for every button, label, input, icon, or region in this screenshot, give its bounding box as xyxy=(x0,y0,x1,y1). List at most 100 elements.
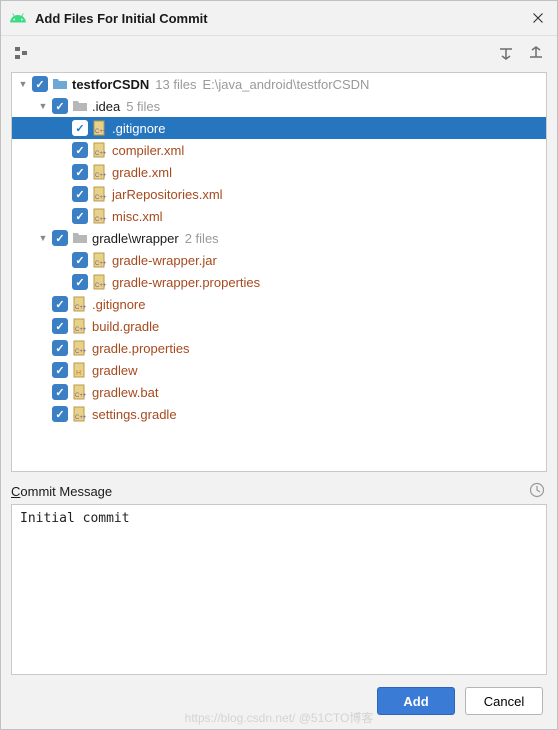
file-icon: C++ xyxy=(72,318,88,334)
checkbox[interactable] xyxy=(52,296,68,312)
tree-file-row[interactable]: C++ gradlew.bat xyxy=(12,381,546,403)
svg-text:C++: C++ xyxy=(95,217,107,223)
toolbar xyxy=(1,36,557,70)
file-icon: C++ xyxy=(92,164,108,180)
folder-icon xyxy=(72,98,88,114)
file-name: gradle-wrapper.jar xyxy=(112,253,217,268)
tree-folder-row[interactable]: .idea 5 files xyxy=(12,95,546,117)
add-button[interactable]: Add xyxy=(377,687,455,715)
file-name: gradlew xyxy=(92,363,138,378)
file-icon: C++ xyxy=(72,340,88,356)
changelist-icon[interactable] xyxy=(11,42,33,64)
file-name: settings.gradle xyxy=(92,407,177,422)
checkbox[interactable] xyxy=(52,98,68,114)
file-icon: C++ xyxy=(92,252,108,268)
checkbox[interactable] xyxy=(32,76,48,92)
tree-file-row[interactable]: C++ gradle-wrapper.jar xyxy=(12,249,546,271)
expand-all-icon[interactable] xyxy=(495,42,517,64)
file-icon: C++ xyxy=(92,186,108,202)
svg-text:C++: C++ xyxy=(95,261,107,267)
svg-text:H: H xyxy=(76,370,81,377)
checkbox[interactable] xyxy=(72,164,88,180)
checkbox[interactable] xyxy=(52,340,68,356)
folder-icon xyxy=(72,230,88,246)
tree-root-row[interactable]: testforCSDN 13 files E:\java_android\tes… xyxy=(12,73,546,95)
root-count: 13 files xyxy=(155,77,196,92)
svg-text:C++: C++ xyxy=(75,349,87,355)
checkbox[interactable] xyxy=(52,318,68,334)
file-icon: C++ xyxy=(92,142,108,158)
dialog-window: Add Files For Initial Commit xyxy=(0,0,558,730)
svg-text:C++: C++ xyxy=(95,173,107,179)
file-icon: C++ xyxy=(72,406,88,422)
collapse-all-icon[interactable] xyxy=(525,42,547,64)
tree-folder-row[interactable]: gradle\wrapper 2 files xyxy=(12,227,546,249)
svg-text:C++: C++ xyxy=(95,151,107,157)
file-name: gradle.xml xyxy=(112,165,172,180)
tree-file-row[interactable]: C++ gradle.xml xyxy=(12,161,546,183)
file-name: .gitignore xyxy=(112,121,165,136)
commit-label-row: Commit Message xyxy=(11,482,547,500)
checkbox[interactable] xyxy=(52,384,68,400)
tree-file-row[interactable]: C++ settings.gradle xyxy=(12,403,546,425)
root-name: testforCSDN xyxy=(72,77,149,92)
checkbox[interactable] xyxy=(72,120,88,136)
tree-file-row[interactable]: C++ jarRepositories.xml xyxy=(12,183,546,205)
folder-name: gradle\wrapper xyxy=(92,231,179,246)
file-name: jarRepositories.xml xyxy=(112,187,223,202)
file-name: gradle-wrapper.properties xyxy=(112,275,260,290)
file-tree-panel: testforCSDN 13 files E:\java_android\tes… xyxy=(11,72,547,472)
project-folder-icon xyxy=(52,76,68,92)
tree-file-row[interactable]: C++ build.gradle xyxy=(12,315,546,337)
folder-count: 5 files xyxy=(126,99,160,114)
file-name: .gitignore xyxy=(92,297,145,312)
checkbox[interactable] xyxy=(52,362,68,378)
android-icon xyxy=(9,9,27,27)
chevron-down-icon[interactable] xyxy=(36,231,50,245)
tree-file-row[interactable]: C++ gradle-wrapper.properties xyxy=(12,271,546,293)
commit-message-label: Commit Message xyxy=(11,484,529,499)
tree-file-row[interactable]: H gradlew xyxy=(12,359,546,381)
file-icon: C++ xyxy=(72,384,88,400)
checkbox[interactable] xyxy=(72,142,88,158)
svg-text:C++: C++ xyxy=(75,393,87,399)
file-icon: C++ xyxy=(72,296,88,312)
checkbox[interactable] xyxy=(72,208,88,224)
file-name: gradle.properties xyxy=(92,341,190,356)
checkbox[interactable] xyxy=(72,252,88,268)
checkbox[interactable] xyxy=(52,230,68,246)
checkbox[interactable] xyxy=(72,186,88,202)
commit-message-input[interactable] xyxy=(11,504,547,675)
tree-file-row[interactable]: C++ gradle.properties xyxy=(12,337,546,359)
chevron-down-icon[interactable] xyxy=(36,99,50,113)
chevron-down-icon[interactable] xyxy=(16,77,30,91)
file-name: compiler.xml xyxy=(112,143,184,158)
file-icon: C++ xyxy=(92,274,108,290)
svg-text:C++: C++ xyxy=(75,415,87,421)
file-tree[interactable]: testforCSDN 13 files E:\java_android\tes… xyxy=(12,73,546,471)
svg-text:C++: C++ xyxy=(95,129,107,135)
cancel-button[interactable]: Cancel xyxy=(465,687,543,715)
file-name: build.gradle xyxy=(92,319,159,334)
header-file-icon: H xyxy=(72,362,88,378)
titlebar: Add Files For Initial Commit xyxy=(1,1,557,36)
checkbox[interactable] xyxy=(72,274,88,290)
button-row: Add Cancel xyxy=(1,675,557,729)
svg-text:C++: C++ xyxy=(75,305,87,311)
file-icon: C++ xyxy=(92,120,108,136)
folder-count: 2 files xyxy=(185,231,219,246)
tree-file-row[interactable]: C++ compiler.xml xyxy=(12,139,546,161)
close-button[interactable] xyxy=(527,7,549,29)
history-icon[interactable] xyxy=(529,482,547,500)
file-name: misc.xml xyxy=(112,209,163,224)
svg-text:C++: C++ xyxy=(95,195,107,201)
root-path: E:\java_android\testforCSDN xyxy=(203,77,370,92)
tree-file-row[interactable]: C++ .gitignore xyxy=(12,117,546,139)
checkbox[interactable] xyxy=(52,406,68,422)
svg-text:C++: C++ xyxy=(95,283,107,289)
file-icon: C++ xyxy=(92,208,108,224)
folder-name: .idea xyxy=(92,99,120,114)
tree-file-row[interactable]: C++ misc.xml xyxy=(12,205,546,227)
svg-text:C++: C++ xyxy=(75,327,87,333)
tree-file-row[interactable]: C++ .gitignore xyxy=(12,293,546,315)
